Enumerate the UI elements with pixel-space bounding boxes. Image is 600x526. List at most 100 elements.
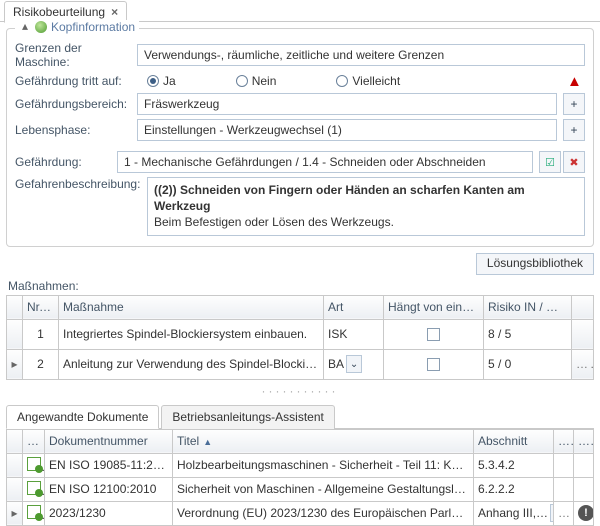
cell-trail[interactable]: … [572, 349, 594, 379]
massnahmen-table: Nr. ▲ Maßnahme Art Hängt von einer… Risi… [6, 295, 594, 380]
checkbox-icon [427, 358, 440, 371]
collapse-icon[interactable]: ▴ [19, 21, 31, 33]
legend-text: Kopfinformation [51, 20, 135, 34]
cell-art[interactable]: ISK [324, 319, 384, 349]
cell-titel[interactable]: Sicherheit von Maschinen - Allgemeine Ge… [173, 477, 474, 501]
label-tritt: Gefährdung tritt auf: [15, 74, 131, 88]
col-titel[interactable]: Titel▲ [173, 429, 474, 453]
label-gef: Gefährdung: [15, 155, 111, 169]
row-more-button[interactable]: … [558, 506, 574, 520]
table-row[interactable]: EN ISO 12100:2010Sicherheit von Maschine… [7, 477, 594, 501]
cell-nr: 1 [23, 319, 59, 349]
label-massnahmen: Maßnahmen: [8, 279, 592, 293]
cell-icon [23, 501, 45, 525]
cell-trail1[interactable]: … [554, 501, 574, 525]
add-bereich-button[interactable]: + [563, 93, 585, 115]
cell-doknr[interactable]: EN ISO 12100:2010 [45, 477, 173, 501]
col-haengt[interactable]: Hängt von einer… [384, 295, 484, 319]
doc-check-button[interactable]: ☑ [539, 151, 561, 173]
field-lebensphase[interactable]: Einstellungen - Werkzeugwechsel (1) [137, 119, 557, 141]
col-extra2: … [574, 429, 594, 453]
doc-tabs: Angewandte Dokumente Betriebsanleitungs-… [6, 404, 594, 429]
dokumente-table: … Dokumentnummer Titel▲ Abschnitt … … EN… [6, 429, 594, 526]
radio-dot-icon [336, 75, 348, 87]
table-row[interactable]: 1Integriertes Spindel-Blockiersystem ein… [7, 319, 594, 349]
cell-titel[interactable]: Verordnung (EU) 2023/1230 des Europäisch… [173, 501, 474, 525]
cell-trail2[interactable] [574, 477, 594, 501]
col-icon: … [23, 429, 45, 453]
tab-strip: Risikobeurteilung × [0, 0, 600, 22]
label-gefbes: Gefahrenbeschreibung: [15, 177, 141, 191]
radio-dot-icon [236, 75, 248, 87]
cell-abschnitt[interactable]: 6.2.2.2 [474, 477, 554, 501]
cell-abschnitt[interactable]: Anhang III,…⌄ [474, 501, 554, 525]
hazard-description[interactable]: ((2)) Schneiden von Fingern oder Händen … [147, 177, 585, 236]
row-more-button[interactable]: … [576, 357, 594, 371]
radio-dot-icon [147, 75, 159, 87]
warning-icon: ▲ [567, 73, 585, 89]
col-handle [7, 295, 23, 319]
col-massnahme[interactable]: Maßnahme [59, 295, 324, 319]
document-icon [27, 457, 41, 471]
col-nr[interactable]: Nr. ▲ [23, 295, 59, 319]
cell-icon [23, 453, 45, 477]
table-row[interactable]: ▸ 2023/1230Verordnung (EU) 2023/1230 des … [7, 501, 594, 525]
row-marker [7, 477, 23, 501]
col-abschnitt[interactable]: Abschnitt [474, 429, 554, 453]
field-bereich[interactable]: Fräswerkzeug [137, 93, 557, 115]
cell-trail[interactable] [572, 319, 594, 349]
radio-ja[interactable]: Ja [147, 74, 176, 88]
row-marker: ▸ [7, 349, 23, 379]
radio-vielleicht[interactable]: Vielleicht [336, 74, 400, 88]
loesungsbibliothek-button[interactable]: Lösungsbibliothek [476, 253, 594, 275]
cell-trail1[interactable] [554, 477, 574, 501]
doc-delete-button[interactable]: ✖ [563, 151, 585, 173]
row-marker: ▸ [7, 501, 23, 525]
col-doknr[interactable]: Dokumentnummer [45, 429, 173, 453]
col-risiko[interactable]: Risiko IN / OUT [484, 295, 572, 319]
cell-titel[interactable]: Holzbearbeitungsmaschinen - Sicherheit -… [173, 453, 474, 477]
label-grenzen: Grenzen der Maschine: [15, 41, 131, 69]
row-marker [7, 319, 23, 349]
splitter-dots-icon[interactable]: ··········· [0, 384, 600, 398]
field-grenzen[interactable]: Verwendungs-, räumliche, zeitliche und w… [137, 44, 585, 66]
cell-doknr[interactable]: 2023/1230 [45, 501, 173, 525]
radio-nein[interactable]: Nein [236, 74, 277, 88]
cell-massnahme[interactable]: Integriertes Spindel-Blockiersystem einb… [59, 319, 324, 349]
chevron-down-icon[interactable]: ⌄ [346, 355, 362, 373]
tab-title: Risikobeurteilung [13, 5, 105, 19]
cell-haengt[interactable] [384, 349, 484, 379]
table-row[interactable]: EN ISO 19085-11:2020Holzbearbeitungsmasc… [7, 453, 594, 477]
cell-trail2[interactable]: ! [574, 501, 594, 525]
col-extra1: … [554, 429, 574, 453]
add-lebensphase-button[interactable]: + [563, 119, 585, 141]
field-gef[interactable]: 1 - Mechanische Gefährdungen / 1.4 - Sch… [117, 151, 533, 173]
cell-massnahme[interactable]: Anleitung zur Verwendung des Spindel-Blo… [59, 349, 324, 379]
checkbox-icon [427, 328, 440, 341]
globe-icon [35, 21, 47, 33]
col-handle [7, 429, 23, 453]
group-legend: ▴ Kopfinformation [15, 20, 139, 34]
cell-doknr[interactable]: EN ISO 19085-11:2020 [45, 453, 173, 477]
chevron-down-icon[interactable]: ⌄ [550, 504, 553, 522]
cell-art[interactable]: BA⌄ [324, 349, 384, 379]
cell-risiko: 8 / 5 [484, 319, 572, 349]
label-lebensphase: Lebensphase: [15, 123, 131, 137]
cell-trail1[interactable] [554, 453, 574, 477]
cell-haengt[interactable] [384, 319, 484, 349]
row-marker [7, 453, 23, 477]
cell-risiko: 5 / 0 [484, 349, 572, 379]
cell-icon [23, 477, 45, 501]
cell-abschnitt[interactable]: 5.3.4.2 [474, 453, 554, 477]
document-icon [27, 481, 41, 495]
desc-line1: ((2)) Schneiden von Fingern oder Händen … [154, 182, 578, 214]
tab-betriebsanleitungs-assistent[interactable]: Betriebsanleitungs-Assistent [161, 405, 334, 429]
col-art[interactable]: Art [324, 295, 384, 319]
tab-angewandte-dokumente[interactable]: Angewandte Dokumente [6, 405, 159, 429]
table-row[interactable]: ▸2Anleitung zur Verwendung des Spindel-B… [7, 349, 594, 379]
cell-trail2[interactable] [574, 453, 594, 477]
label-bereich: Gefährdungsbereich: [15, 97, 131, 111]
close-icon[interactable]: × [111, 5, 118, 19]
alert-icon[interactable]: ! [578, 505, 594, 521]
cell-nr: 2 [23, 349, 59, 379]
